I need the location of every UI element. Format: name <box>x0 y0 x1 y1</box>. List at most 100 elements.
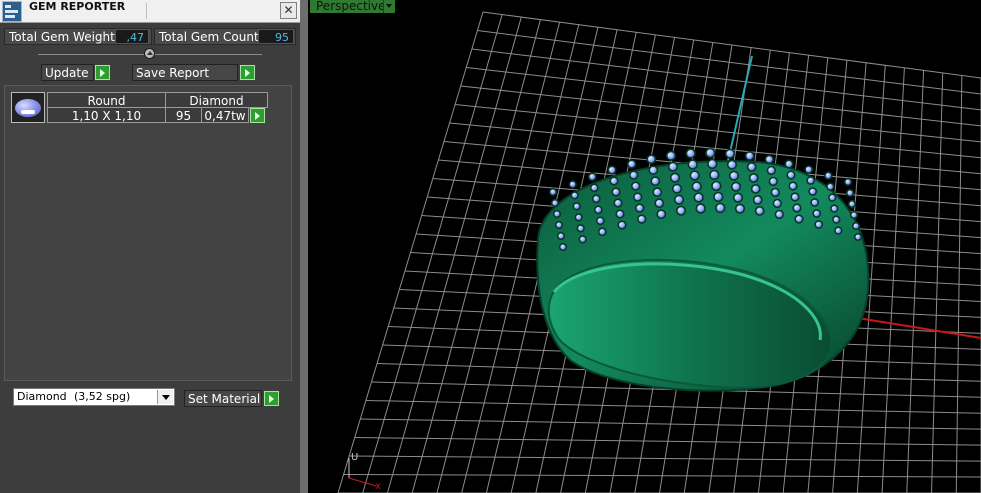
gem-stone <box>849 210 859 220</box>
ring-model[interactable] <box>536 147 870 392</box>
gem-stone <box>635 203 645 213</box>
gem-stone <box>724 148 736 159</box>
gem-stone <box>824 171 833 180</box>
gem-stone <box>548 187 558 197</box>
gem-stone <box>568 180 577 189</box>
view-menu-dropdown-icon[interactable] <box>383 0 395 13</box>
gem-stone <box>770 187 780 198</box>
gem-stone <box>766 165 776 176</box>
gem-stone <box>790 192 800 202</box>
total-gem-count-value: 95 <box>258 29 294 44</box>
gem-stone <box>810 198 820 207</box>
gem-stone <box>597 227 607 237</box>
gem-stone <box>788 181 798 191</box>
gem-stone <box>687 159 698 170</box>
gem-stone <box>595 216 605 226</box>
gem-stone <box>650 176 661 187</box>
total-gem-weight-value: ,47 <box>115 29 149 44</box>
axis-x-label: x <box>375 481 381 492</box>
gem-stone <box>707 158 718 170</box>
gem-stone <box>732 192 744 203</box>
gem-stone <box>627 159 637 169</box>
gem-stone <box>554 220 564 230</box>
gem-stone <box>812 209 822 218</box>
gem-stone <box>574 213 583 222</box>
gem-shape-cell: Round <box>47 92 166 108</box>
material-select[interactable]: Diamond (3,52 spg) <box>13 388 175 406</box>
gem-stone <box>806 176 816 185</box>
perspective-scene[interactable]: U x <box>308 0 981 493</box>
gem-stone <box>772 198 782 209</box>
view-mode-label[interactable]: Perspective <box>310 0 390 13</box>
gem-stone <box>654 198 665 209</box>
gem-stone <box>853 232 863 242</box>
gem-stone <box>750 183 761 194</box>
gem-stone <box>843 177 853 187</box>
gem-stone <box>558 242 568 252</box>
gem-stone <box>587 172 597 182</box>
title-divider <box>146 3 147 19</box>
gem-stone <box>832 215 841 224</box>
gem-stone <box>615 209 625 219</box>
gem-stone <box>768 176 778 187</box>
chevron-down-icon[interactable] <box>157 390 173 404</box>
diamond-thumbnail-icon[interactable] <box>11 92 45 123</box>
gem-stone <box>609 176 619 186</box>
panel-divider[interactable] <box>300 0 308 493</box>
save-report-button[interactable]: Save Report <box>132 64 238 81</box>
gem-stone <box>748 172 759 183</box>
grid-line <box>360 418 981 430</box>
gem-stone <box>774 209 784 220</box>
gem-stone <box>675 205 687 216</box>
gem-stone <box>629 170 639 180</box>
gem-stone <box>752 194 763 205</box>
gem-stone <box>646 154 657 165</box>
gem-stone <box>613 198 623 208</box>
save-report-go-icon[interactable] <box>240 65 255 80</box>
gem-stone <box>734 203 746 214</box>
gem-weight-cell: 0,47tw <box>201 107 249 123</box>
gem-stone <box>631 181 641 191</box>
set-material-button[interactable]: Set Material <box>184 390 262 407</box>
gem-material-cell: Diamond <box>165 92 268 108</box>
gem-stone <box>804 165 814 174</box>
title-bar: GEM REPORTER ✕ <box>0 0 300 23</box>
update-go-icon[interactable] <box>95 65 110 80</box>
gem-row-go-icon[interactable] <box>250 108 265 123</box>
gem-stone <box>792 203 802 213</box>
gem-stone <box>826 182 835 191</box>
gem-list: Round Diamond 1,10 X 1,10 95 0,47tw <box>4 85 292 381</box>
gem-stone <box>786 170 796 180</box>
gem-stone <box>556 231 566 241</box>
gem-stone <box>656 209 667 220</box>
gem-stone <box>695 203 706 214</box>
gem-stone <box>673 194 685 205</box>
gem-stone <box>709 169 720 181</box>
set-material-go-icon[interactable] <box>264 391 279 406</box>
gem-stone <box>576 224 585 233</box>
gem-stone <box>847 199 857 209</box>
gem-stone <box>578 235 587 244</box>
gem-stone <box>633 192 643 202</box>
gem-stone <box>552 209 562 219</box>
gem-stone <box>648 165 659 176</box>
gem-stone <box>593 205 603 215</box>
gem-stone <box>711 180 722 192</box>
viewport-3d[interactable]: U x Perspective <box>308 0 981 493</box>
close-icon[interactable]: ✕ <box>280 2 297 19</box>
gem-stone <box>693 192 704 203</box>
gem-stone <box>589 183 599 193</box>
update-button[interactable]: Update <box>41 64 94 81</box>
slider-handle[interactable] <box>144 48 155 59</box>
gem-stone <box>744 150 755 161</box>
axis-u-label: U <box>351 452 358 463</box>
gem-stone <box>730 181 742 192</box>
gem-reporter-panel: GEM REPORTER ✕ Total Gem Weight ,47 Tota… <box>0 0 300 493</box>
gem-stone <box>784 159 794 169</box>
gem-stone <box>834 226 843 235</box>
gem-stone <box>637 214 647 224</box>
gem-stone <box>754 205 765 216</box>
gem-stone <box>764 154 774 165</box>
gem-stone <box>726 159 738 170</box>
gem-stone <box>830 204 839 213</box>
